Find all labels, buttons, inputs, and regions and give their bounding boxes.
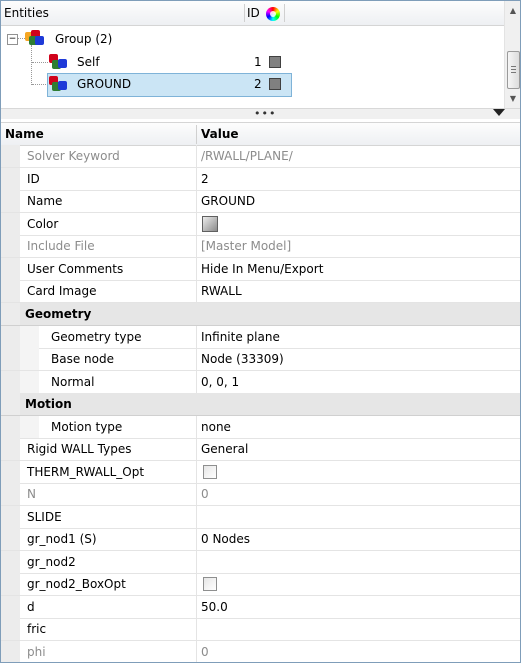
id-column-header[interactable]: ID	[247, 6, 260, 20]
property-value: /RWALL/PLANE/	[201, 149, 293, 163]
property-row-slide[interactable]: SLIDE	[1, 506, 520, 529]
property-row-therm-rwall-opt[interactable]: THERM_RWALL_Opt	[1, 461, 520, 484]
entities-scrollbar[interactable]: ▲ ▼	[504, 1, 520, 108]
property-row-phi[interactable]: phi 0	[1, 641, 520, 662]
property-name: Name	[27, 194, 63, 208]
property-name: gr_nod2_BoxOpt	[27, 577, 126, 591]
property-name: THERM_RWALL_Opt	[27, 465, 145, 479]
property-value[interactable]: none	[201, 416, 231, 438]
collapse-toggle-icon[interactable]: −	[7, 34, 18, 45]
property-row-base-node[interactable]: Base node Node (33309)	[1, 348, 520, 371]
property-name: Rigid WALL Types	[27, 442, 132, 456]
property-name: Base node	[51, 352, 114, 366]
property-row-motion-type[interactable]: Motion type none	[1, 416, 520, 439]
property-value[interactable]: 0, 0, 1	[201, 371, 239, 393]
property-name: phi	[27, 645, 46, 659]
value-column-header[interactable]: Value	[201, 127, 239, 141]
property-name: ID	[27, 172, 40, 186]
property-row-user-comments[interactable]: User Comments Hide In Menu/Export	[1, 258, 520, 281]
column-separator[interactable]	[196, 125, 197, 144]
property-value[interactable]: 50.0	[201, 596, 228, 618]
property-name: Color	[27, 217, 59, 231]
tree-item-self[interactable]: Self 1	[1, 51, 301, 73]
scroll-up-icon[interactable]: ▲	[505, 3, 520, 19]
column-separator	[284, 4, 285, 22]
color-wheel-icon[interactable]	[266, 7, 280, 21]
property-value: 0	[201, 487, 209, 501]
group-cubes-icon	[25, 30, 45, 46]
property-name: gr_nod2	[27, 555, 76, 569]
property-value[interactable]: 2	[201, 168, 209, 190]
scrollbar-thumb[interactable]	[507, 51, 520, 89]
property-value[interactable]: 0 Nodes	[201, 528, 250, 550]
property-row-normal[interactable]: Normal 0, 0, 1	[1, 371, 520, 394]
entities-column-header[interactable]: Entities	[4, 6, 49, 20]
property-value[interactable]: GROUND	[201, 190, 255, 212]
section-title: Geometry	[25, 307, 92, 321]
entity-browser-panel: Entities ID ▲ ▼ − Group (2) Self 1 GROUN…	[0, 0, 521, 663]
splitter-grip-icon: •••	[254, 107, 277, 120]
property-name: Card Image	[27, 284, 97, 298]
gr-nod2-boxopt-checkbox[interactable]	[203, 577, 217, 591]
property-name: Solver Keyword	[27, 149, 120, 163]
property-row-card-image[interactable]: Card Image RWALL	[1, 280, 520, 303]
column-separator	[244, 4, 245, 22]
property-name: User Comments	[27, 262, 124, 276]
name-column-header[interactable]: Name	[5, 127, 44, 141]
property-row-n[interactable]: N 0	[1, 483, 520, 506]
property-name: Motion type	[51, 420, 123, 434]
entity-color-swatch[interactable]	[269, 78, 281, 90]
property-value[interactable]: Hide In Menu/Export	[201, 258, 323, 280]
property-value[interactable]: RWALL	[201, 280, 242, 302]
property-row-id[interactable]: ID 2	[1, 168, 520, 191]
entity-id: 2	[254, 77, 262, 91]
entity-color-swatch[interactable]	[269, 56, 281, 68]
property-name: N	[27, 487, 36, 501]
property-name: Include File	[27, 239, 95, 253]
panel-splitter[interactable]: •••	[1, 107, 520, 120]
property-row-geometry-type[interactable]: Geometry type Infinite plane	[1, 326, 520, 349]
property-row-gr-nod1[interactable]: gr_nod1 (S) 0 Nodes	[1, 528, 520, 551]
tree-item-group[interactable]: Group (2)	[55, 28, 112, 50]
dropdown-arrow-icon[interactable]	[493, 109, 505, 116]
tree-item-label: Self	[77, 55, 100, 69]
property-row-name[interactable]: Name GROUND	[1, 190, 520, 213]
property-name: Normal	[51, 375, 95, 389]
section-header-motion[interactable]: Motion	[1, 393, 520, 416]
entity-cubes-icon	[49, 76, 69, 92]
property-row-include-file[interactable]: Include File [Master Model]	[1, 235, 520, 258]
property-name: gr_nod1 (S)	[27, 532, 97, 546]
property-row-solver-keyword[interactable]: Solver Keyword /RWALL/PLANE/	[1, 145, 520, 168]
section-title: Motion	[25, 397, 72, 411]
property-value: [Master Model]	[201, 239, 292, 253]
tree-item-label: GROUND	[77, 77, 132, 91]
section-header-geometry[interactable]: Geometry	[1, 303, 520, 326]
entities-header: Entities ID	[1, 1, 504, 26]
tree-connector	[17, 38, 25, 39]
property-value[interactable]: General	[201, 438, 248, 460]
property-row-d[interactable]: d 50.0	[1, 596, 520, 619]
property-row-fric[interactable]: fric	[1, 618, 520, 641]
tree-item-ground[interactable]: GROUND 2	[1, 73, 301, 95]
color-swatch-button[interactable]	[202, 216, 218, 232]
property-row-color[interactable]: Color	[1, 213, 520, 236]
property-name: Geometry type	[51, 330, 142, 344]
property-value[interactable]: Infinite plane	[201, 326, 280, 348]
property-name: d	[27, 600, 35, 614]
entity-id: 1	[254, 55, 262, 69]
therm-rwall-checkbox[interactable]	[203, 465, 217, 479]
scroll-down-icon[interactable]: ▼	[505, 91, 520, 107]
properties-header: Name Value	[1, 122, 520, 146]
property-row-gr-nod2-boxopt[interactable]: gr_nod2_BoxOpt	[1, 573, 520, 596]
entity-cubes-icon	[49, 54, 69, 70]
property-name: SLIDE	[27, 510, 62, 524]
property-row-gr-nod2[interactable]: gr_nod2	[1, 551, 520, 574]
property-name: fric	[27, 622, 47, 636]
property-value[interactable]: Node (33309)	[201, 348, 284, 370]
property-row-rigid-wall-types[interactable]: Rigid WALL Types General	[1, 438, 520, 461]
property-value: 0	[201, 645, 209, 659]
